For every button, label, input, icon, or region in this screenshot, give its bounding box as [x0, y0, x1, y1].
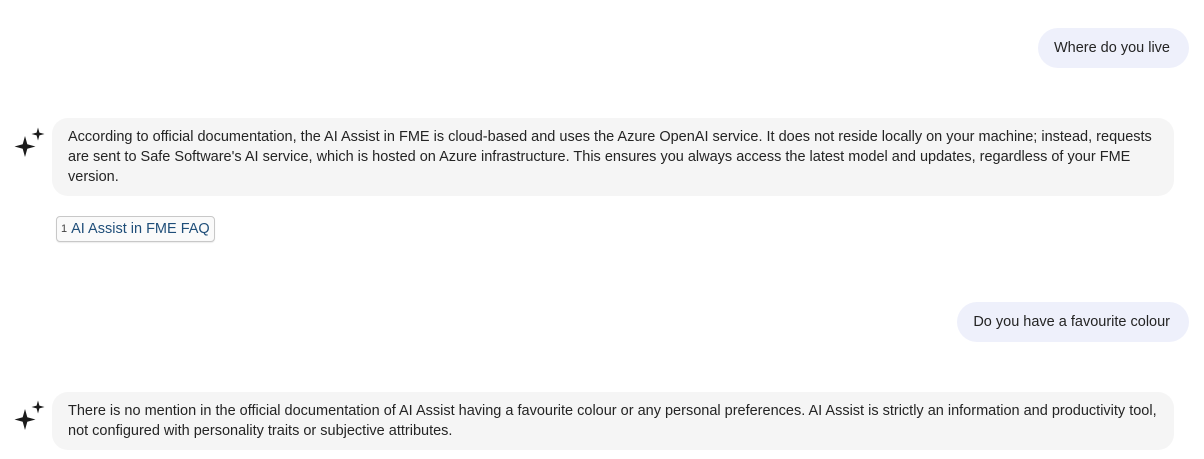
user-message: Where do you live: [1037, 28, 1189, 68]
citation-link[interactable]: AI Assist in FME FAQ: [71, 217, 210, 241]
assistant-message-text: There is no mention in the official docu…: [52, 392, 1174, 450]
chat-transcript: Where do you live According to official …: [0, 0, 1204, 459]
citation-number: 1: [61, 223, 68, 235]
sparkle-icon: [14, 400, 45, 430]
citation-chip[interactable]: 1 AI Assist in FME FAQ: [56, 216, 215, 242]
assistant-message-text: According to official documentation, the…: [52, 118, 1174, 196]
sparkle-icon: [14, 127, 45, 157]
user-message: Do you have a favourite colour: [957, 302, 1189, 342]
